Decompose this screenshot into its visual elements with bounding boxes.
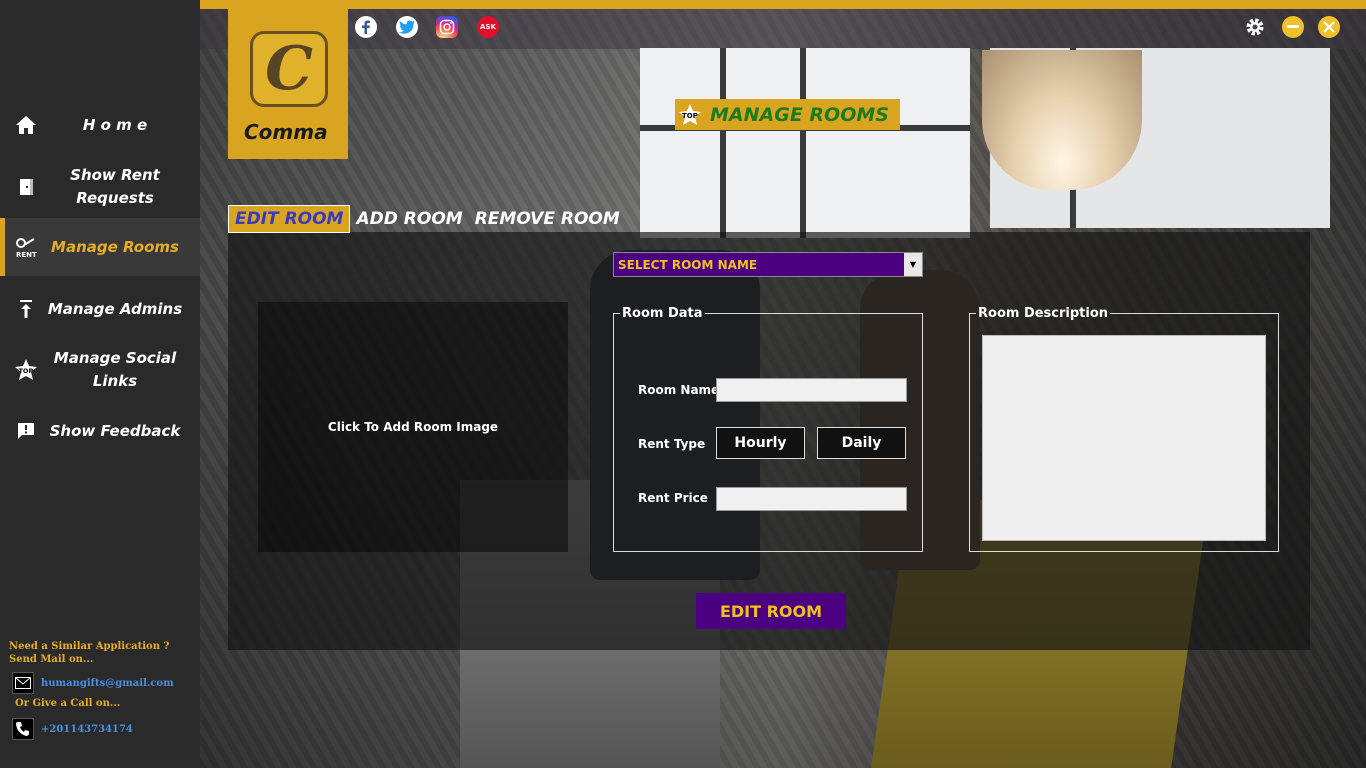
main-area: C Comma ASK TOP MANAGE ROOMS EDIT ROOM A… xyxy=(200,0,1366,768)
sidebar-item-label: H o m e xyxy=(82,115,148,134)
phone-number[interactable]: +201143734174 xyxy=(41,724,133,735)
sidebar-item-label: Show Rent Requests xyxy=(70,166,160,207)
room-data-legend: Room Data xyxy=(622,306,703,321)
tab-remove-room[interactable]: REMOVE ROOM xyxy=(469,205,626,233)
image-placeholder-text: Click To Add Room Image xyxy=(327,420,499,434)
page-title: TOP MANAGE ROOMS xyxy=(675,99,900,130)
minimize-icon[interactable] xyxy=(1282,16,1304,38)
tab-add-room[interactable]: ADD ROOM xyxy=(350,205,468,233)
active-indicator xyxy=(0,218,5,276)
background-lamp xyxy=(982,50,1142,190)
background-window-frame xyxy=(720,48,726,238)
phone-contact[interactable]: +201143734174 xyxy=(12,718,133,740)
tab-edit-room[interactable]: EDIT ROOM xyxy=(228,205,351,233)
logo-mark: C xyxy=(250,31,328,107)
title-badge-text: TOP xyxy=(682,112,698,120)
room-image-picker[interactable]: Click To Add Room Image xyxy=(258,302,568,552)
daily-button[interactable]: Daily xyxy=(817,427,906,459)
home-icon xyxy=(14,113,38,137)
top-accent-bar xyxy=(200,0,1366,9)
mail-icon xyxy=(12,672,34,694)
email-contact[interactable]: humangifts@gmail.com xyxy=(12,672,174,694)
edit-room-panel: Click To Add Room Image SELECT ROOM NAME… xyxy=(228,232,1310,650)
room-data-group: Room Data Room Name Rent Type Hourly Dai… xyxy=(613,306,923,552)
sidebar: H o m e Show Rent Requests RENT Manage R… xyxy=(0,0,200,768)
promo-line-1: Need a Similar Application ? xyxy=(9,641,170,652)
instagram-icon[interactable] xyxy=(436,16,458,38)
rent-price-field[interactable] xyxy=(716,487,907,511)
background-window-frame xyxy=(800,48,806,238)
app-logo: C Comma xyxy=(228,9,348,159)
svg-text:RENT: RENT xyxy=(16,251,37,259)
rent-key-icon: RENT xyxy=(14,235,38,259)
close-icon[interactable] xyxy=(1318,16,1340,38)
tab-bar: EDIT ROOM ADD ROOM REMOVE ROOM xyxy=(228,205,626,233)
sidebar-item-rent-requests[interactable]: Show Rent Requests xyxy=(0,163,200,211)
room-name-field[interactable] xyxy=(716,378,907,402)
door-icon xyxy=(14,175,38,199)
room-description-group: Room Description xyxy=(969,306,1279,552)
phone-icon xyxy=(12,718,34,740)
room-name-label: Room Name xyxy=(638,383,720,397)
top-star-icon: TOP xyxy=(14,358,38,382)
chevron-down-icon: ▼ xyxy=(904,253,922,276)
sidebar-item-manage-admins[interactable]: Manage Admins xyxy=(0,294,200,324)
settings-icon[interactable] xyxy=(1244,16,1266,38)
rent-price-label: Rent Price xyxy=(638,491,708,505)
sidebar-item-manage-rooms[interactable]: RENT Manage Rooms xyxy=(0,218,200,276)
svg-text:TOP: TOP xyxy=(19,367,34,375)
promo-line-2: Send Mail on... xyxy=(9,654,94,665)
hourly-button[interactable]: Hourly xyxy=(716,427,805,459)
upload-arrow-icon xyxy=(14,297,38,321)
facebook-icon[interactable] xyxy=(355,16,377,38)
promo-call-text: Or Give a Call on... xyxy=(15,698,121,709)
askfm-label: ASK xyxy=(480,23,496,31)
askfm-icon[interactable]: ASK xyxy=(477,16,499,38)
sidebar-item-label: Manage Admins xyxy=(47,299,183,318)
select-room-value: SELECT ROOM NAME xyxy=(618,257,758,272)
room-description-legend: Room Description xyxy=(978,306,1109,321)
feedback-icon xyxy=(14,419,38,443)
sidebar-item-manage-social-links[interactable]: TOP Manage Social Links xyxy=(0,346,200,394)
email-address[interactable]: humangifts@gmail.com xyxy=(41,678,174,689)
sidebar-item-label: Manage Rooms xyxy=(51,237,179,256)
select-room-dropdown[interactable]: SELECT ROOM NAME ▼ xyxy=(613,252,923,277)
room-description-field[interactable] xyxy=(982,335,1266,541)
sidebar-item-home[interactable]: H o m e xyxy=(0,110,200,140)
sidebar-item-label: Show Feedback xyxy=(49,421,181,440)
edit-room-button[interactable]: EDIT ROOM xyxy=(696,593,846,629)
logo-text: Comma xyxy=(244,120,328,144)
sidebar-item-label: Manage Social Links xyxy=(53,349,177,390)
sidebar-item-show-feedback[interactable]: Show Feedback xyxy=(0,416,200,446)
page-title-text: MANAGE ROOMS xyxy=(710,103,889,126)
rent-type-label: Rent Type xyxy=(638,437,706,451)
top-star-icon: TOP xyxy=(678,103,702,127)
twitter-icon[interactable] xyxy=(396,16,418,38)
